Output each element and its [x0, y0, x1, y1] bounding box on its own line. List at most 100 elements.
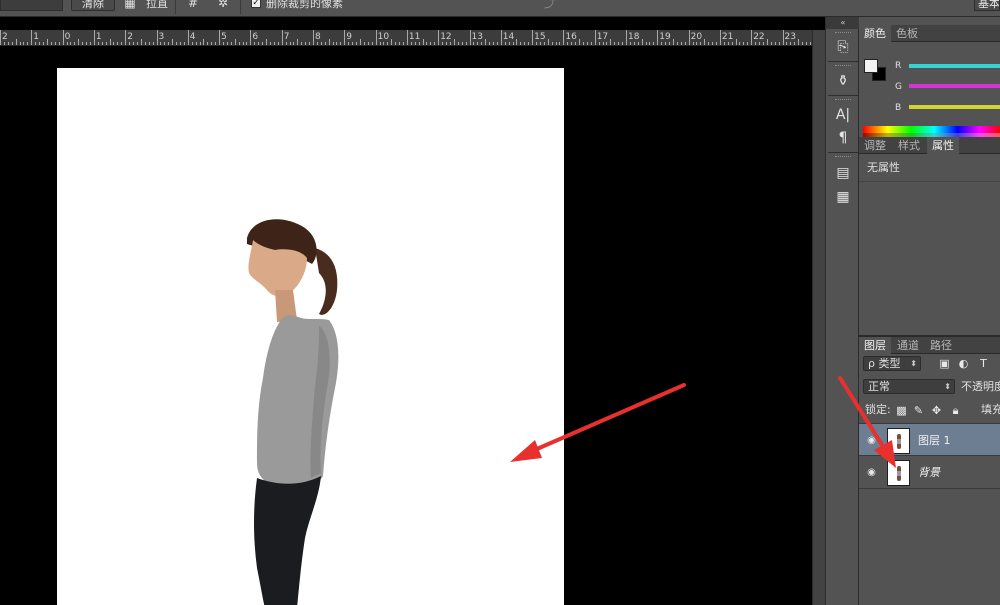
- ruler-tick: [492, 42, 494, 45]
- ruler-tick: [402, 42, 404, 45]
- clear-button[interactable]: 清除: [71, 0, 115, 11]
- dock-grip[interactable]: [835, 32, 851, 35]
- type-filter-icon[interactable]: T: [977, 357, 990, 370]
- ruler-tick: [449, 42, 451, 45]
- green-channel-slider[interactable]: [909, 84, 1000, 88]
- ruler-tick: [125, 30, 127, 45]
- ruler-tick: [391, 39, 393, 45]
- canvas-workspace[interactable]: [0, 46, 812, 605]
- history-icon[interactable]: ⎘: [833, 37, 853, 57]
- ruler-label: 16: [565, 32, 577, 42]
- ruler-tick: [719, 30, 721, 45]
- adjustment-filter-icon[interactable]: ◐: [957, 357, 970, 370]
- delete-cropped-checkbox[interactable]: ✓: [251, 0, 261, 8]
- color-spectrum-bar[interactable]: [863, 126, 1000, 137]
- ruler-tick: [160, 42, 162, 45]
- tab-swatches[interactable]: 色板: [891, 25, 923, 42]
- ruler-tick: [172, 39, 174, 45]
- ruler-tick: [387, 42, 389, 45]
- commit-icon[interactable]: ⤴: [543, 0, 557, 11]
- ruler-tick: [766, 39, 768, 45]
- ruler-tick: [3, 42, 5, 45]
- ruler-tick: [774, 42, 776, 45]
- layer-comps-icon[interactable]: ▤: [833, 163, 853, 183]
- ruler-tick: [54, 42, 56, 45]
- character-icon[interactable]: A|: [833, 105, 853, 125]
- tab-channels[interactable]: 通道: [892, 337, 924, 354]
- ruler-tick: [207, 42, 209, 45]
- vertical-scrollbar[interactable]: [812, 30, 825, 605]
- ruler-tick: [219, 30, 221, 45]
- ruler-tick: [15, 39, 17, 45]
- dock-grip[interactable]: [835, 156, 851, 159]
- ruler-tick: [563, 30, 565, 45]
- brush-presets-icon[interactable]: ⚱: [833, 71, 853, 91]
- blue-channel-slider[interactable]: [909, 105, 1000, 109]
- ruler-tick: [684, 42, 686, 45]
- ruler-tick: [332, 42, 334, 45]
- foreground-color-swatch[interactable]: [864, 59, 878, 73]
- ruler-tick: [418, 42, 420, 45]
- image-filter-icon[interactable]: ▣: [938, 357, 951, 370]
- ruler-tick: [422, 39, 424, 45]
- ruler-tick: [759, 42, 761, 45]
- workspace-button[interactable]: 基本功能: [974, 0, 1000, 11]
- ruler-tick: [446, 42, 448, 45]
- ruler-tick: [582, 42, 584, 45]
- lock-transparent-icon[interactable]: ▩: [895, 404, 908, 417]
- eye-visibility-icon[interactable]: ◉: [865, 436, 878, 446]
- ruler-tick: [410, 42, 412, 45]
- collapse-panels-icon[interactable]: «: [826, 17, 860, 29]
- layer-name[interactable]: 背景: [918, 466, 940, 479]
- dock-grip[interactable]: [835, 65, 851, 68]
- tab-paths[interactable]: 路径: [925, 337, 957, 354]
- ruler-tick: [281, 30, 283, 45]
- ratio-input[interactable]: [0, 0, 63, 11]
- ruler-tick: [183, 42, 185, 45]
- gear-icon[interactable]: ✲: [216, 0, 230, 11]
- layer-filter-kind-select[interactable]: ρ 类型 ⬍: [863, 356, 921, 371]
- layer-name[interactable]: 图层 1: [918, 434, 951, 447]
- notes-icon[interactable]: ▦: [833, 187, 853, 207]
- document-canvas[interactable]: [57, 68, 564, 605]
- tab-properties[interactable]: 属性: [927, 137, 959, 154]
- layer-row-background[interactable]: ◉ 背景: [859, 456, 1000, 489]
- ruler-tick: [645, 42, 647, 45]
- ruler-tick: [301, 42, 303, 45]
- ruler-tick: [735, 39, 737, 45]
- tab-styles[interactable]: 样式: [893, 137, 925, 154]
- ruler-tick: [168, 42, 170, 45]
- tab-color[interactable]: 颜色: [859, 25, 891, 42]
- ruler-tick: [649, 42, 651, 45]
- ruler-tick: [313, 30, 314, 45]
- dock-divider: [828, 61, 858, 62]
- ruler-tick: [461, 42, 463, 45]
- straighten-label[interactable]: 拉直: [146, 0, 168, 11]
- red-channel-slider[interactable]: [909, 64, 1000, 68]
- tab-layers[interactable]: 图层: [859, 337, 891, 354]
- tab-adjustments[interactable]: 调整: [859, 137, 891, 154]
- ruler-tick: [739, 42, 741, 45]
- grid-overlay-icon[interactable]: #: [186, 0, 200, 11]
- dock-grip[interactable]: [835, 99, 851, 102]
- ruler-tick: [156, 30, 158, 45]
- ruler-tick: [665, 42, 667, 45]
- ruler-tick: [242, 42, 244, 45]
- lock-image-icon[interactable]: ✎: [912, 404, 925, 417]
- ruler-tick: [383, 42, 385, 45]
- ruler-tick: [320, 42, 322, 45]
- ruler-tick: [610, 39, 612, 45]
- blend-mode-select[interactable]: 正常 ⬍: [863, 379, 955, 394]
- eye-visibility-icon[interactable]: ◉: [865, 468, 878, 478]
- horizontal-ruler[interactable]: 2 1 0 1 2 3 4 5 6 7 8 9 10 11 12 13 14 15 16 17 18 19 20 21 22 23: [0, 30, 812, 46]
- ruler-tick: [704, 39, 706, 45]
- ruler-tick: [246, 42, 248, 45]
- straighten-icon[interactable]: ▦: [123, 0, 137, 11]
- layer-row-layer-1[interactable]: ◉ 图层 1: [859, 423, 1000, 456]
- lock-all-icon[interactable]: 🔒︎: [949, 404, 962, 417]
- lock-position-icon[interactable]: ✥: [930, 404, 943, 417]
- ruler-tick: [524, 42, 526, 45]
- ruler-tick: [653, 42, 655, 45]
- ruler-tick: [179, 42, 181, 45]
- paragraph-icon[interactable]: ¶: [833, 128, 853, 148]
